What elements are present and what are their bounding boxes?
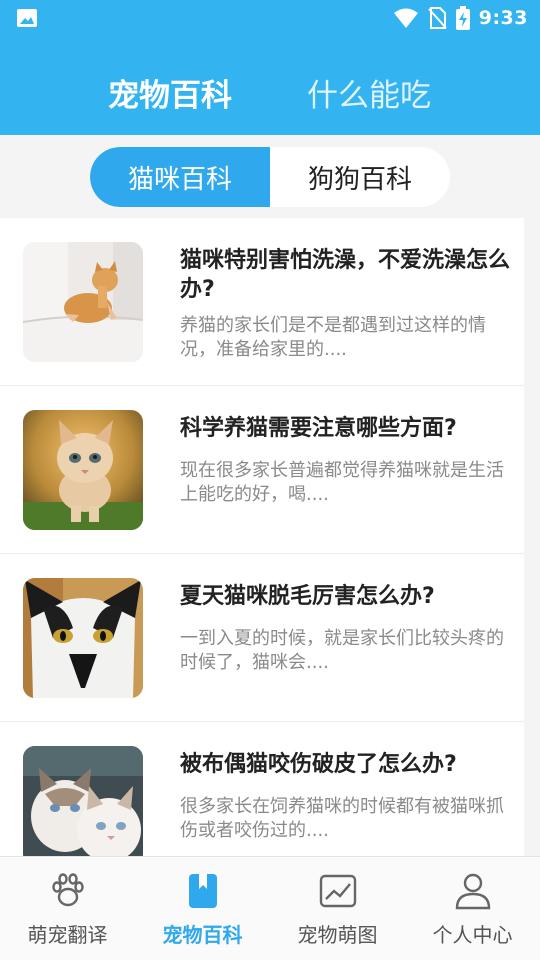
tab-what-can-eat[interactable]: 什么能吃 — [307, 70, 431, 115]
article-summary: 一到入夏的时候，就是家长们比较头疼的时候了，猫咪会.... — [180, 628, 504, 673]
article-title: 夏天猫咪脱毛厉害怎么办? — [180, 584, 435, 609]
nav-label: 宠物百科 — [162, 923, 243, 947]
article-thumbnail — [23, 578, 143, 698]
nav-label: 宠物萌图 — [297, 923, 378, 947]
article-title: 猫咪特别害怕洗澡，不爱洗澡怎么办? — [180, 248, 511, 302]
person-icon — [455, 873, 491, 910]
wifi-icon — [393, 8, 418, 28]
nav-pet-encyclopedia[interactable]: 宠物百科 — [135, 857, 270, 960]
picture-icon — [319, 874, 357, 908]
article-summary: 很多家长在饲养猫咪的时候都有被猫咪抓伤或者咬伤过的.... — [180, 796, 504, 841]
status-icons: 9:33 — [393, 4, 528, 32]
article-thumbnail — [23, 746, 143, 866]
article-list: 猫咪特别害怕洗澡，不爱洗澡怎么办? 养猫的家长们是不是都遇到过这样的情况，准备给… — [0, 218, 524, 890]
article-item[interactable]: 夏天猫咪脱毛厉害怎么办? 一到入夏的时候，就是家长们比较头疼的时候了，猫咪会..… — [0, 554, 524, 722]
nav-pet-pictures[interactable]: 宠物萌图 — [270, 857, 405, 960]
nav-label: 萌宠翻译 — [27, 923, 108, 947]
nav-label: 个人中心 — [432, 923, 513, 947]
article-thumbnail — [23, 410, 143, 530]
clock-time: 9:33 — [478, 7, 528, 29]
no-sim-icon — [427, 7, 447, 29]
status-bar: 9:33 — [0, 0, 540, 36]
nav-personal-center[interactable]: 个人中心 — [405, 857, 540, 960]
black-white-cat-image — [23, 578, 143, 698]
category-segment: 猫咪百科 狗狗百科 — [90, 147, 450, 207]
article-title: 科学养猫需要注意哪些方面? — [180, 416, 457, 441]
article-thumbnail — [23, 242, 143, 362]
article-title: 被布偶猫咬伤破皮了怎么办? — [180, 752, 457, 777]
app-header: 宠物百科 什么能吃 — [0, 36, 540, 135]
nav-pet-translate[interactable]: 萌宠翻译 — [0, 857, 135, 960]
article-item[interactable]: 猫咪特别害怕洗澡，不爱洗澡怎么办? 养猫的家长们是不是都遇到过这样的情况，准备给… — [0, 218, 524, 386]
image-notification-icon — [17, 9, 37, 27]
book-icon — [189, 874, 217, 908]
segment-cat-encyclopedia[interactable]: 猫咪百科 — [90, 147, 270, 207]
battery-charging-icon — [455, 6, 470, 30]
article-item[interactable]: 科学养猫需要注意哪些方面? 现在很多家长普遍都觉得养猫咪就是生活上能吃的好，喝.… — [0, 386, 524, 554]
ragdoll-cats-image — [23, 746, 143, 866]
orange-kitten-image — [23, 242, 143, 362]
article-summary: 现在很多家长普遍都觉得养猫咪就是生活上能吃的好，喝.... — [180, 460, 504, 505]
paw-icon — [52, 873, 84, 907]
segment-dog-encyclopedia[interactable]: 狗狗百科 — [270, 147, 450, 207]
tab-pet-encyclopedia[interactable]: 宠物百科 — [108, 70, 232, 115]
article-summary: 养猫的家长们是不是都遇到过这样的情况，准备给家里的.... — [180, 315, 486, 360]
bottom-navigation: 萌宠翻译 宠物百科 宠物萌图 个人中心 — [0, 856, 540, 960]
fluffy-kitten-image — [23, 410, 143, 530]
